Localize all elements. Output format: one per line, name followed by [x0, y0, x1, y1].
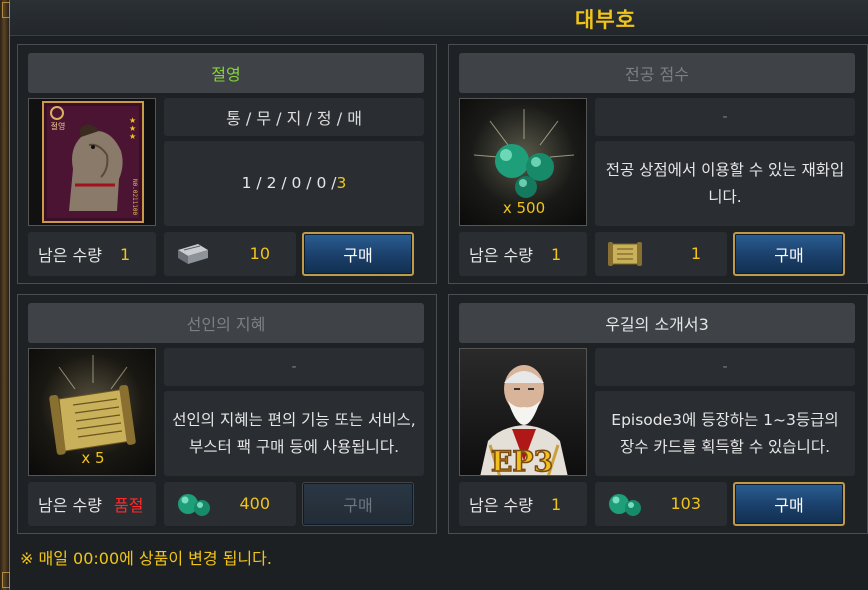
- item-description: Episode3에 등장하는 1~3등급의 장수 카드를 획득할 수 있습니다.: [595, 391, 855, 476]
- jade-orbs-icon: [178, 494, 210, 516]
- header-bar: 대부호: [10, 0, 868, 36]
- shop-item-card: 선인의 지혜 x 5 - 선인의 지혜는 편의 기능 또는 서비스, 부스터 팩…: [17, 294, 437, 534]
- episode-badge: EP3: [491, 445, 553, 476]
- item-title: 선인의 지혜: [28, 303, 424, 343]
- sage-portrait-icon: EP3: [480, 365, 568, 476]
- item-count: x 500: [502, 199, 546, 217]
- svg-text:★: ★: [129, 132, 136, 141]
- item-subtitle: -: [164, 348, 424, 386]
- remaining-label: 남은 수량: [38, 496, 102, 515]
- stats-highlight-value: 3: [336, 174, 347, 192]
- stats-header: 통 / 무 / 지 / 정 / 매: [164, 98, 424, 136]
- item-title: 우길의 소개서3: [459, 303, 855, 343]
- remaining-quantity: 남은 수량 1: [459, 232, 587, 276]
- item-subtitle: -: [595, 98, 855, 136]
- item-count: x 5: [81, 449, 105, 467]
- item-title: 절영: [28, 53, 424, 93]
- remaining-quantity: 남은 수량 1: [28, 232, 156, 276]
- remaining-value: 1: [550, 244, 562, 264]
- price-value: 1: [690, 244, 701, 263]
- price-value: 400: [239, 494, 270, 513]
- buy-button[interactable]: 구매: [733, 232, 845, 276]
- item-description: 전공 상점에서 이용할 수 있는 재화입니다.: [595, 141, 855, 226]
- sold-out-badge: 품절: [113, 496, 144, 515]
- price-box: 10: [164, 232, 296, 276]
- price-value: 10: [249, 244, 270, 263]
- item-description: 선인의 지혜는 편의 기능 또는 서비스, 부스터 팩 구매 등에 사용됩니다.: [164, 391, 424, 476]
- item-title: 전공 점수: [459, 53, 855, 93]
- buy-button[interactable]: 구매: [302, 232, 414, 276]
- page-title: 대부호: [575, 8, 636, 32]
- sage-wisdom-thumbnail: x 5: [28, 348, 156, 476]
- remaining-value: 1: [550, 494, 562, 514]
- item-subtitle: -: [595, 348, 855, 386]
- daily-reset-notice: ※ 매일 00:00에 상품이 변경 됩니다.: [20, 549, 272, 568]
- shop-item-card: 전공 점수 x 500 - 전공 상점에서 이용할 수 있는 재화입니다. 남은…: [448, 44, 868, 284]
- shop-item-card: 우길의 소개서3 EP3 - Episode3에 등장하는 1~3등급의 장수 …: [448, 294, 868, 534]
- remaining-value: 1: [119, 244, 131, 264]
- stats-values-box: 1 / 2 / 0 / 0 / 3: [164, 141, 424, 226]
- window-frame-left: [0, 0, 10, 590]
- remaining-quantity: 남은 수량 1: [459, 482, 587, 526]
- price-value: 103: [670, 494, 701, 513]
- jade-orbs-icon: [609, 494, 641, 516]
- svg-text:N0.0211100: N0.0211100: [131, 179, 138, 216]
- price-box: 400: [164, 482, 296, 526]
- remaining-label: 남은 수량: [38, 246, 102, 265]
- buy-button-disabled: 구매: [302, 482, 414, 526]
- introduction-letter-thumbnail: EP3: [459, 348, 587, 476]
- merit-points-thumbnail: x 500: [459, 98, 587, 226]
- price-box: 103: [595, 482, 727, 526]
- svg-text:절영: 절영: [51, 121, 66, 131]
- stats-values: 1 / 2 / 0 / 0 /: [241, 174, 337, 192]
- price-box: 1: [595, 232, 727, 276]
- scroll-icon: [608, 242, 642, 266]
- buy-button[interactable]: 구매: [733, 482, 845, 526]
- shop-item-card: 절영 절영 ★ ★ ★ N0.0211100 통 / 무 / 지 / 정 / 매…: [17, 44, 437, 284]
- remaining-quantity: 남은 수량 품절: [28, 482, 156, 526]
- iron-ingot-icon: [178, 244, 208, 264]
- remaining-label: 남은 수량: [469, 496, 533, 515]
- horse-card-icon: 절영 ★ ★ ★ N0.0211100: [42, 101, 144, 223]
- general-card-thumbnail: 절영 ★ ★ ★ N0.0211100: [28, 98, 156, 226]
- remaining-label: 남은 수량: [469, 246, 533, 265]
